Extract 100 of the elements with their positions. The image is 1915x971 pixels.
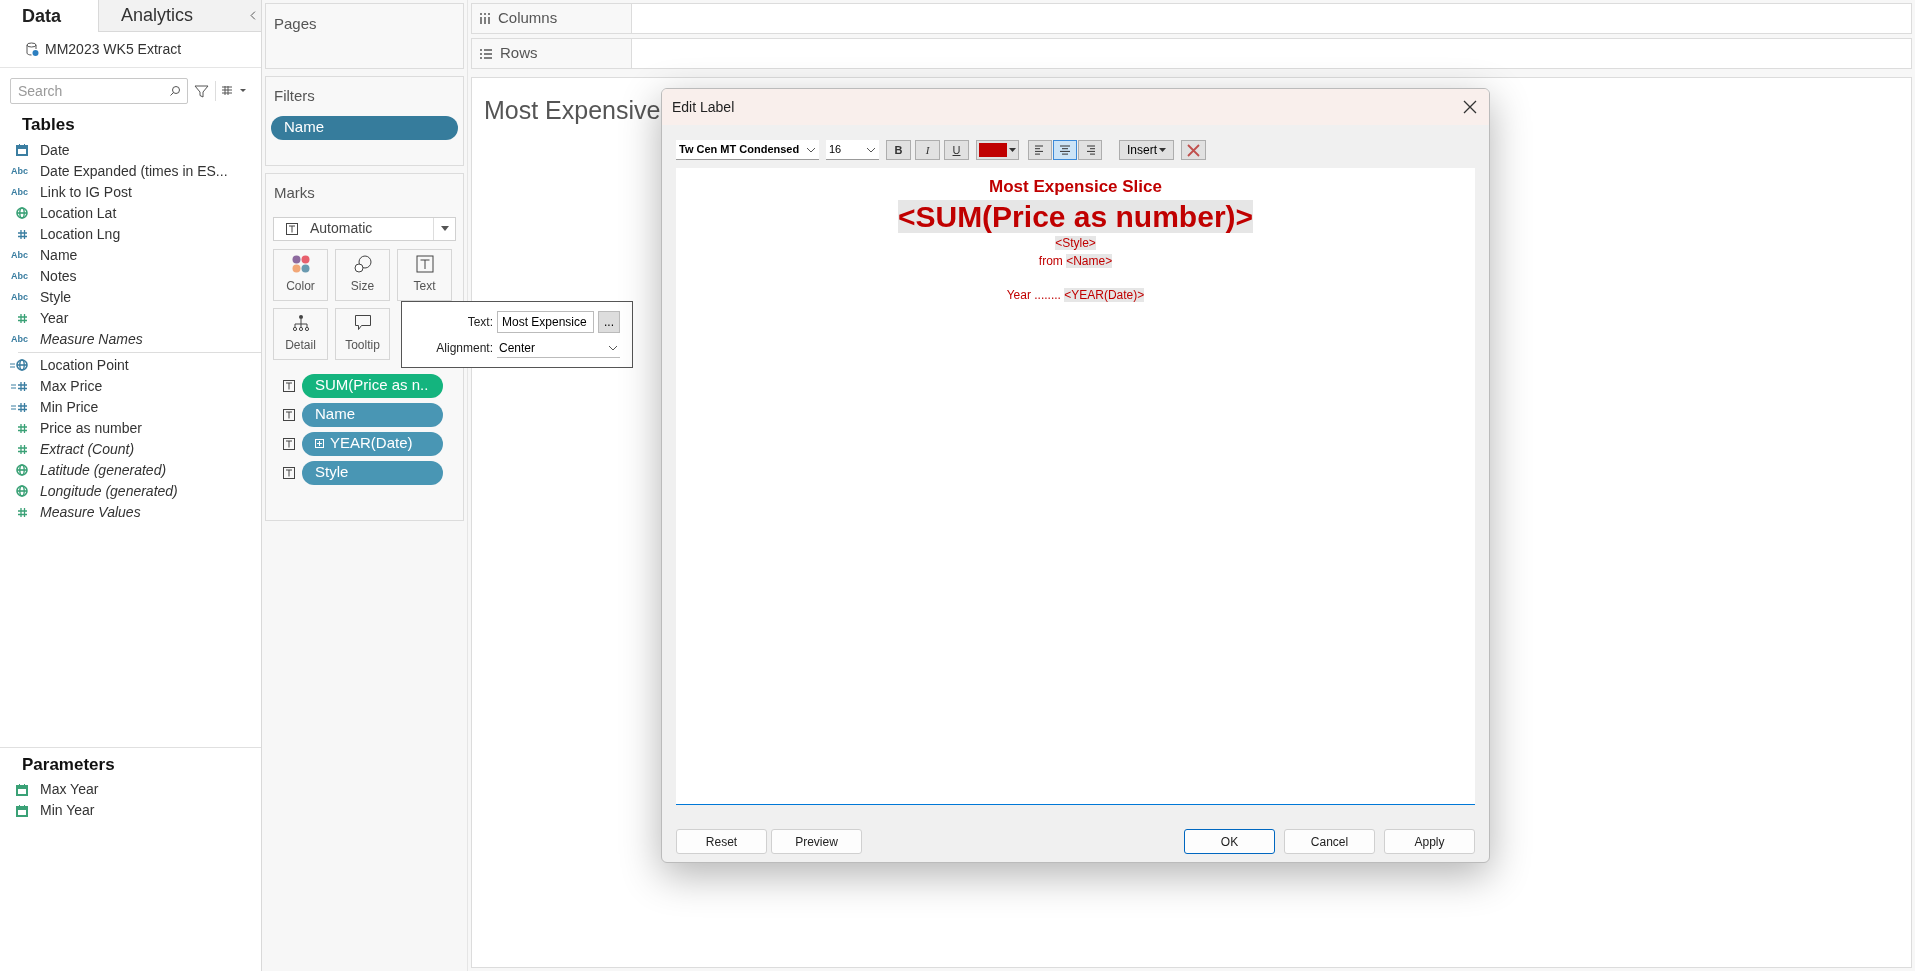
- alignment-dropdown[interactable]: Center: [497, 338, 620, 358]
- caret-icon: [440, 226, 449, 231]
- dialog-button[interactable]: OK: [1184, 829, 1275, 854]
- pane-tab[interactable]: Analytics: [98, 0, 245, 32]
- align-center-icon: [1058, 144, 1072, 156]
- columns-icon: [480, 13, 490, 24]
- color-dots-icon: [291, 254, 310, 273]
- filter-pill[interactable]: Name: [271, 115, 458, 140]
- rows-icon: [480, 48, 492, 59]
- field-token: <Name>: [1066, 253, 1113, 268]
- style-button[interactable]: B: [886, 140, 911, 160]
- database-icon: [26, 42, 39, 57]
- align-button[interactable]: [1078, 140, 1102, 160]
- mark-property-button[interactable]: Size: [335, 248, 390, 301]
- card-title: Marks: [273, 183, 316, 203]
- insert-button[interactable]: Insert: [1119, 140, 1174, 160]
- shelf-label: Rows: [500, 43, 538, 64]
- more-button[interactable]: ...: [598, 311, 620, 333]
- caret-icon: [1159, 148, 1166, 152]
- dialog-button[interactable]: Reset: [676, 829, 767, 854]
- style-button[interactable]: I: [915, 140, 940, 160]
- field-item[interactable]: Measure Values: [40, 501, 141, 523]
- datasource-name[interactable]: MM2023 WK5 Extract: [45, 39, 182, 60]
- section-heading: Tables: [21, 114, 76, 136]
- hierarchy-icon: [291, 313, 310, 332]
- field-item[interactable]: Longitude (generated): [40, 480, 178, 502]
- field-item[interactable]: Date Expanded (times in ES...: [40, 160, 228, 182]
- equals-icon: [11, 404, 16, 410]
- field-item[interactable]: Min Year: [40, 800, 95, 821]
- expand-plus-icon[interactable]: [315, 439, 324, 448]
- field-item[interactable]: Max Year: [40, 779, 99, 800]
- abc-icon: Abc: [11, 250, 28, 260]
- field-item[interactable]: Location Lat: [40, 202, 117, 224]
- field-item[interactable]: Link to IG Post: [40, 181, 132, 203]
- chevron-down-icon: [806, 146, 816, 153]
- abc-icon: Abc: [11, 334, 28, 344]
- mark-type-dropdown[interactable]: Automatic: [273, 216, 456, 241]
- clear-button[interactable]: [1181, 140, 1206, 160]
- field-item[interactable]: Extract (Count): [40, 438, 135, 460]
- align-button[interactable]: [1053, 140, 1077, 160]
- label-text: from: [1038, 253, 1064, 268]
- mark-property-button[interactable]: Tooltip: [335, 307, 390, 360]
- view-title: Most Expensive: [484, 96, 661, 124]
- abc-icon: Abc: [11, 166, 28, 176]
- field-label: Text:: [467, 314, 493, 331]
- field-item[interactable]: Max Price: [40, 375, 103, 397]
- shelf[interactable]: Rows: [471, 38, 1912, 69]
- search-icon: [169, 85, 181, 97]
- filter-icon[interactable]: [194, 83, 209, 99]
- dialog-title: Edit Label: [672, 97, 735, 117]
- field-item[interactable]: Notes: [40, 265, 77, 287]
- text-field[interactable]: Most Expensice: [497, 311, 594, 333]
- field-token: <YEAR(Date)>: [1064, 287, 1145, 302]
- shelf[interactable]: Columns: [471, 3, 1912, 34]
- mark-property-button[interactable]: Text: [397, 248, 452, 301]
- text-mark-icon: [286, 222, 298, 235]
- align-button[interactable]: [1028, 140, 1052, 160]
- field-item[interactable]: Date: [40, 139, 70, 161]
- font-dropdown[interactable]: Tw Cen MT Condensed: [676, 140, 819, 160]
- field-item[interactable]: Latitude (generated): [40, 459, 167, 481]
- field-item[interactable]: Measure Names: [40, 328, 143, 350]
- field-item[interactable]: Location Lng: [40, 223, 121, 245]
- search-field[interactable]: Search: [10, 78, 188, 104]
- caret-icon: [1009, 148, 1016, 152]
- label-editor[interactable]: Most Expensice Slice <SUM(Price as number)> <Style> from <Name> Year ........ <YEAR(Date)>: [676, 168, 1475, 805]
- label-text: Year ........: [1006, 287, 1062, 302]
- style-button[interactable]: U: [944, 140, 969, 160]
- close-icon: [1187, 143, 1200, 157]
- dialog-button[interactable]: Cancel: [1284, 829, 1375, 854]
- abc-icon: Abc: [11, 271, 28, 281]
- close-icon[interactable]: [1463, 100, 1477, 114]
- mark-property-button[interactable]: Color: [273, 248, 328, 301]
- text-mark-icon: [283, 466, 295, 479]
- color-picker[interactable]: [976, 140, 1019, 160]
- chevron-down-icon: [608, 344, 618, 351]
- field-label: Alignment:: [436, 340, 493, 357]
- label-text: Most Expensice Slice: [989, 177, 1162, 196]
- section-heading: Parameters: [21, 753, 116, 776]
- card-title: Filters: [273, 86, 316, 106]
- field-item[interactable]: Style: [40, 286, 72, 308]
- mark-property-button[interactable]: Detail: [273, 307, 328, 360]
- field-token: <SUM(Price as number)>: [897, 199, 1254, 233]
- view-options-icon[interactable]: [222, 85, 248, 97]
- field-item[interactable]: Name: [40, 244, 78, 266]
- chevron-down-icon: [866, 146, 876, 153]
- card-title: Pages: [274, 15, 317, 32]
- abc-icon: Abc: [11, 187, 28, 197]
- field-item[interactable]: Price as number: [40, 417, 142, 439]
- dialog-button[interactable]: Apply: [1384, 829, 1475, 854]
- field-item[interactable]: Year: [40, 307, 69, 329]
- text-mark-icon: [283, 437, 295, 450]
- equals-icon: [11, 383, 16, 389]
- text-mark-icon: [283, 408, 295, 421]
- field-item[interactable]: Location Point: [40, 354, 129, 376]
- size-dropdown[interactable]: 16: [826, 140, 879, 160]
- equals-icon: [10, 362, 15, 368]
- dialog-button[interactable]: Preview: [771, 829, 862, 854]
- size-circles-icon: [353, 254, 372, 273]
- field-item[interactable]: Min Price: [40, 396, 99, 418]
- text-mark-icon: [415, 254, 434, 273]
